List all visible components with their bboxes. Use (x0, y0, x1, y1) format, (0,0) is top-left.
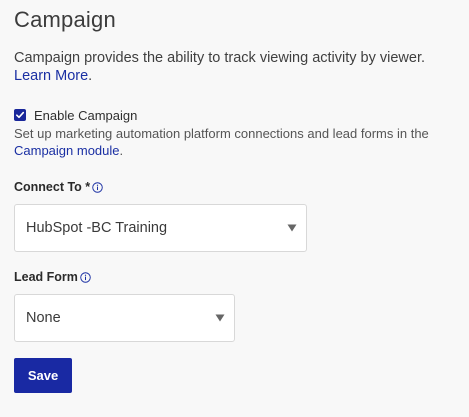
enable-campaign-row: Enable Campaign (14, 106, 137, 124)
learn-more-link[interactable]: Learn More (14, 68, 88, 84)
enable-campaign-label[interactable]: Enable Campaign (34, 108, 137, 123)
connect-to-info-icon[interactable] (92, 181, 103, 193)
connect-to-label: Connect To * (14, 180, 103, 194)
campaign-module-link[interactable]: Campaign module (14, 143, 120, 158)
page-title: Campaign (14, 7, 116, 32)
intro-paragraph: Campaign provides the ability to track v… (14, 49, 454, 85)
connect-to-select[interactable]: HubSpot -BC Training (14, 204, 307, 252)
connect-to-label-text: Connect To * (14, 180, 91, 194)
helper-text: Set up marketing automation platform con… (14, 125, 459, 159)
chevron-down-icon (287, 224, 297, 232)
save-button[interactable]: Save (14, 358, 72, 393)
lead-form-select[interactable]: None (14, 294, 235, 342)
intro-text: Campaign provides the ability to track v… (14, 50, 426, 66)
connect-to-selected-value: HubSpot -BC Training (26, 220, 168, 236)
helper-suffix: . (119, 143, 124, 158)
enable-campaign-checkbox[interactable] (14, 109, 26, 121)
intro-suffix: . (88, 68, 93, 84)
lead-form-info-icon[interactable] (80, 271, 91, 283)
chevron-down-icon (215, 314, 225, 322)
lead-form-label: Lead Form (14, 270, 91, 284)
lead-form-label-text: Lead Form (14, 270, 78, 284)
helper-text-body: Set up marketing automation platform con… (14, 126, 429, 141)
checkmark-icon (16, 111, 25, 119)
lead-form-selected-value: None (26, 310, 61, 326)
